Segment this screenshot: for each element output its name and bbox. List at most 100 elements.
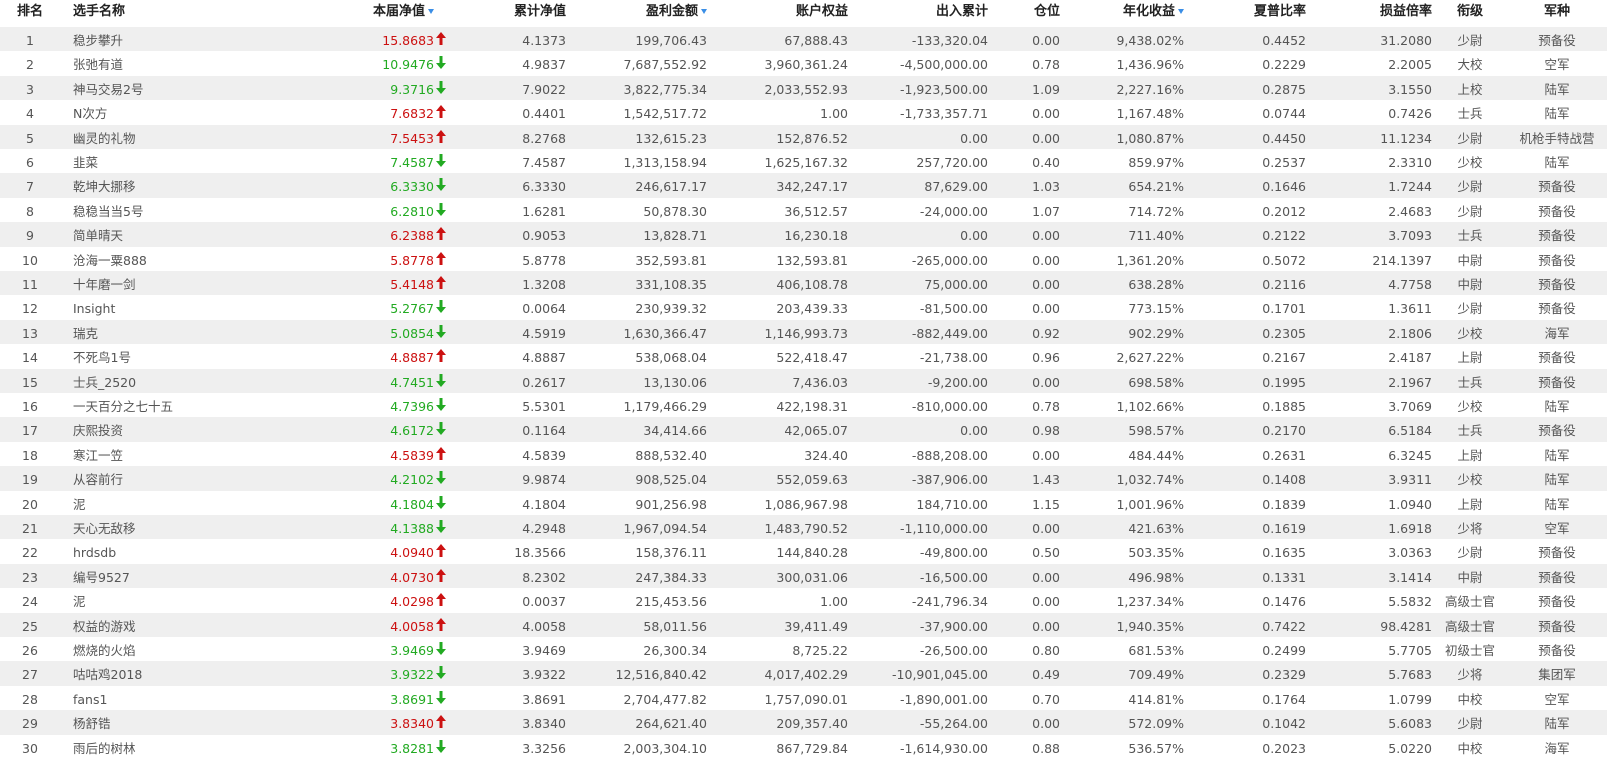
pl-ratio-cell: 5.6083 [1388, 716, 1432, 732]
profit-cell: 158,376.11 [635, 545, 707, 561]
nav-value: 4.0730 [390, 569, 434, 585]
table-row[interactable]: 27 咕咕鸡2018 3.9322 3.9322 12,516,840.42 4,017,… [0, 661, 1607, 687]
player-name-cell[interactable]: 幽灵的礼物 [73, 125, 293, 150]
player-name-cell[interactable]: 庆熙投资 [73, 417, 293, 442]
header-equity-label: 账户权益 [795, 4, 848, 19]
player-name-cell[interactable]: 雨后的树林 [73, 735, 293, 760]
player-name-cell[interactable]: 稳稳当当5号 [73, 198, 293, 223]
header-sharpe[interactable]: 夏普比率 [1210, 0, 1306, 27]
player-name-cell[interactable]: 简单晴天 [73, 222, 293, 247]
header-position[interactable]: 仓位 [1010, 0, 1060, 27]
table-row[interactable]: 15 士兵_2520 4.7451 0.2617 13,130.06 7,436.03 -9… [0, 368, 1607, 394]
flow-cell: -888,208.00 [911, 447, 988, 463]
table-row[interactable]: 1 稳步攀升 15.8683 4.1373 199,706.43 67,888.43 -13… [0, 27, 1607, 52]
equity-cell: 67,888.43 [784, 33, 848, 48]
equity-cell: 1,757,090.01 [764, 691, 849, 707]
table-row[interactable]: 21 天心无敌移 4.1388 4.2948 1,967,094.54 1,483,790… [0, 515, 1607, 540]
arrow-up-icon [436, 715, 446, 729]
annual-cell: 654.21% [1128, 179, 1184, 195]
table-row[interactable]: 8 稳稳当当5号 6.2810 1.6281 50,878.30 36,512.57 -24… [0, 197, 1607, 223]
sharpe-cell: 0.2305 [1262, 325, 1306, 341]
table-row[interactable]: 2 张弛有道 10.9476 4.9837 7,687,552.92 3,960,361.… [0, 51, 1607, 77]
table-row[interactable]: 3 神马交易2号 9.3716 7.9022 3,822,775.34 2,033,552… [0, 75, 1607, 101]
table-row[interactable]: 11 十年磨一剑 5.4148 1.3208 331,108.35 406,108.78 7… [0, 271, 1607, 296]
player-name-cell[interactable]: 寒江一笠 [73, 442, 293, 467]
table-row[interactable]: 25 权益的游戏 4.0058 4.0058 58,011.56 39,411.49 -37… [0, 612, 1607, 638]
player-name-cell[interactable]: 从容前行 [73, 466, 293, 491]
table-row[interactable]: 29 杨舒锆 3.8340 3.8340 264,621.40 209,357.40 -55… [0, 710, 1607, 736]
header-nav[interactable]: 本届净值 [330, 0, 434, 27]
table-row[interactable]: 14 不死鸟1号 4.8887 4.8887 538,068.04 522,418.47 -… [0, 344, 1607, 370]
player-name-cell[interactable]: 泥 [73, 588, 293, 613]
header-equity[interactable]: 账户权益 [730, 0, 848, 27]
player-name-cell[interactable]: 稳步攀升 [73, 27, 293, 52]
nav-cell: 4.0058 [330, 613, 446, 638]
table-row[interactable]: 23 编号9527 4.0730 8.2302 247,384.33 300,031.06… [0, 563, 1607, 589]
table-row[interactable]: 4 N次方 7.6832 0.4401 1,542,517.72 1.00 -1,733,3… [0, 100, 1607, 126]
player-name-cell[interactable]: 天心无敌移 [73, 515, 293, 540]
position-cell: 0.78 [1032, 399, 1060, 414]
player-name-cell[interactable]: fans1 [73, 686, 293, 711]
table-row[interactable]: 7 乾坤大挪移 6.3330 6.3330 246,617.17 342,247.17 87… [0, 173, 1607, 199]
header-profit[interactable]: 盈利金额 [590, 0, 707, 27]
player-name-cell[interactable]: Insight [73, 295, 293, 320]
player-name-cell[interactable]: 编号9527 [73, 564, 293, 589]
header-rank-title[interactable]: 衔级 [1440, 0, 1500, 27]
branch-cell: 预备役 [1538, 545, 1576, 561]
nav-cell: 4.7451 [330, 369, 446, 394]
table-row[interactable]: 9 简单晴天 6.2388 0.9053 13,828.71 16,230.18 0.00 0… [0, 222, 1607, 248]
table-row[interactable]: 13 瑞克 5.0854 4.5919 1,630,366.47 1,146,993.73… [0, 319, 1607, 345]
table-row[interactable]: 17 庆熙投资 4.6172 0.1164 34,414.66 42,065.07 0.00… [0, 417, 1607, 443]
player-name-cell[interactable]: N次方 [73, 100, 293, 125]
rank-cell: 15 [22, 374, 38, 390]
table-row[interactable]: 24 泥 4.0298 0.0037 215,453.56 1.00 -241,796.34… [0, 588, 1607, 614]
player-name-cell[interactable]: 瑞克 [73, 320, 293, 345]
player-name-cell[interactable]: 张弛有道 [73, 51, 293, 76]
player-name-cell[interactable]: 不死鸟1号 [73, 344, 293, 369]
header-rank[interactable]: 排名 [8, 0, 52, 27]
header-branch[interactable]: 军种 [1512, 0, 1602, 27]
equity-cell: 324.40 [804, 447, 848, 463]
player-name-cell[interactable]: 十年磨一剑 [73, 271, 293, 296]
player-name-cell[interactable]: 权益的游戏 [73, 613, 293, 638]
nav-value: 3.8281 [390, 740, 434, 756]
player-name-cell[interactable]: 一天百分之七十五 [73, 393, 293, 418]
table-row[interactable]: 26 燃烧的火焰 3.9469 3.9469 26,300.34 8,725.22 -26,… [0, 637, 1607, 662]
table-row[interactable]: 20 泥 4.1804 4.1804 901,256.98 1,086,967.98 184… [0, 490, 1607, 516]
player-name-cell[interactable]: hrdsdb [73, 539, 293, 564]
header-cum-nav[interactable]: 累计净值 [465, 0, 566, 27]
table-row[interactable]: 22 hrdsdb 4.0940 18.3566 158,376.11 144,840.2… [0, 539, 1607, 565]
annual-cell: 1,361.20% [1116, 252, 1184, 268]
branch-cell: 预备役 [1538, 423, 1576, 439]
table-row[interactable]: 6 韭菜 7.4587 7.4587 1,313,158.94 1,625,167.32 2… [0, 149, 1607, 174]
player-name-cell[interactable]: 燃烧的火焰 [73, 637, 293, 662]
header-flow[interactable]: 出入累计 [870, 0, 988, 27]
flow-cell: -21,738.00 [919, 350, 988, 366]
table-row[interactable]: 18 寒江一笠 4.5839 4.5839 888,532.40 324.40 -888,2… [0, 441, 1607, 467]
table-row[interactable]: 16 一天百分之七十五 4.7396 5.5301 1,179,466.29 422,19… [0, 393, 1607, 418]
rank-cell: 22 [22, 545, 38, 561]
nav-cell: 4.2102 [330, 466, 446, 491]
cum-nav-cell: 4.5839 [522, 447, 566, 463]
header-pl-ratio[interactable]: 损益倍率 [1340, 0, 1432, 27]
nav-value: 4.1388 [390, 521, 434, 536]
table-row[interactable]: 19 从容前行 4.2102 9.9874 908,525.04 552,059.63 -3… [0, 466, 1607, 492]
player-name-cell[interactable]: 士兵_2520 [73, 369, 293, 394]
header-name[interactable]: 选手名称 [73, 0, 223, 27]
player-name-cell[interactable]: 咕咕鸡2018 [73, 661, 293, 686]
player-name-cell[interactable]: 杨舒锆 [73, 710, 293, 735]
player-name-cell[interactable]: 神马交易2号 [73, 76, 293, 101]
player-name-cell[interactable]: 沧海一粟888 [73, 247, 293, 272]
table-row[interactable]: 30 雨后的树林 3.8281 3.3256 2,003,304.10 867,729.8… [0, 734, 1607, 760]
table-row[interactable]: 10 沧海一粟888 5.8778 5.8778 352,593.81 132,593.8… [0, 246, 1607, 272]
table-row[interactable]: 12 Insight 5.2767 0.0064 230,939.32 203,439.3… [0, 295, 1607, 321]
pl-ratio-cell: 2.1806 [1388, 325, 1432, 341]
sharpe-cell: 0.1995 [1262, 374, 1306, 390]
player-name-cell[interactable]: 韭菜 [73, 149, 293, 174]
player-name-cell[interactable]: 泥 [73, 491, 293, 516]
rank-cell: 21 [22, 521, 38, 536]
table-row[interactable]: 5 幽灵的礼物 7.5453 8.2768 132,615.23 152,876.52 0.… [0, 124, 1607, 150]
player-name-cell[interactable]: 乾坤大挪移 [73, 173, 293, 198]
table-row[interactable]: 28 fans1 3.8691 3.8691 2,704,477.82 1,757,090… [0, 685, 1607, 711]
header-annual[interactable]: 年化收益 [1080, 0, 1184, 27]
